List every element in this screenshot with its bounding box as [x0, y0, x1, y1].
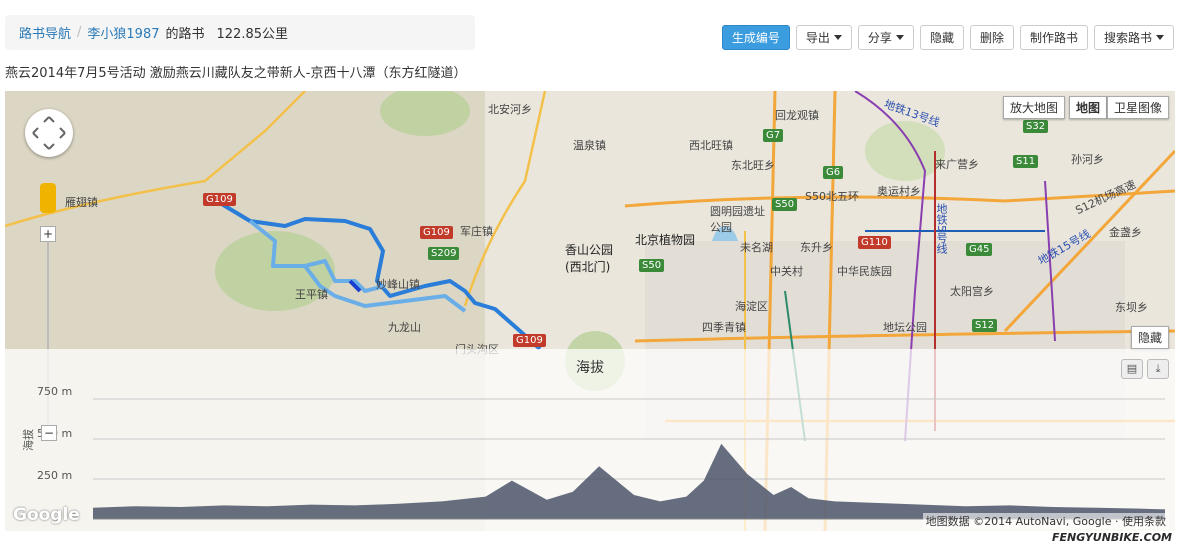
- place-label: 东北旺乡: [731, 159, 775, 172]
- breadcrumb-user-link[interactable]: 李小狼1987: [87, 23, 159, 42]
- road-shield: G109: [203, 193, 236, 206]
- road-shield: G45: [966, 243, 993, 256]
- road-shield: S209: [428, 247, 460, 260]
- route-distance: 122.85公里: [216, 27, 289, 42]
- place-label: 未名湖: [740, 241, 773, 254]
- share-dropdown-button[interactable]: 分享: [857, 25, 914, 50]
- place-label: 来广营乡: [935, 158, 979, 171]
- place-label: 香山公园(西北门): [565, 243, 614, 274]
- place-label: 地坛公园: [883, 321, 927, 334]
- search-roadbook-label: 搜索路书: [1103, 31, 1152, 45]
- share-label: 分享: [867, 31, 892, 45]
- place-label: 四季青镇: [702, 321, 746, 334]
- place-label: 北京植物园: [635, 233, 696, 247]
- place-label: 温泉镇: [573, 139, 606, 152]
- place-label: 雁翅镇: [65, 196, 98, 209]
- road-shield: G109: [513, 334, 546, 347]
- delete-button[interactable]: 删除: [969, 25, 1014, 50]
- place-label: 中华民族园: [837, 265, 892, 278]
- elevation-chart: [93, 398, 1165, 520]
- breadcrumb-separator: /: [77, 25, 82, 40]
- map-view-button[interactable]: 地图: [1068, 96, 1107, 119]
- zoom-in-button[interactable]: +: [40, 226, 56, 242]
- enlarge-map-button[interactable]: 放大地图: [1002, 96, 1065, 119]
- watermark: FENGYUNBIKE.COM: [1052, 531, 1172, 544]
- road-shield: G109: [420, 226, 453, 239]
- road-shield: G7: [763, 129, 784, 142]
- search-roadbook-dropdown-button[interactable]: 搜索路书: [1093, 25, 1174, 50]
- place-label: 太阳宫乡: [950, 285, 994, 298]
- place-label: 孙河乡: [1071, 153, 1104, 166]
- breadcrumb-root-link[interactable]: 路书导航: [19, 23, 71, 42]
- road-shield: S12: [972, 319, 998, 332]
- zoom-control: +: [40, 226, 56, 432]
- place-label: 北安河乡: [488, 103, 532, 116]
- toolbar: 生成编号 导出 分享 隐藏 删除 制作路书 搜索路书: [721, 25, 1174, 50]
- map-canvas[interactable]: 北安河乡 温泉镇 回龙观镇 西北旺镇 东北旺乡 圆明园遗址公园 香山公园(西北门…: [5, 91, 1175, 531]
- map-type-controls: 放大地图 地图 卫星图像: [1002, 96, 1169, 119]
- breadcrumb-suffix: 的路书: [165, 27, 205, 42]
- place-label: 九龙山: [388, 321, 421, 334]
- place-label: 军庄镇: [460, 225, 493, 238]
- road-shield: G6: [823, 166, 844, 179]
- road-shield: S50: [772, 198, 798, 211]
- hide-elevation-button[interactable]: 隐藏: [1130, 326, 1169, 349]
- hide-button[interactable]: 隐藏: [919, 25, 964, 50]
- place-label: 奥运村乡: [877, 185, 921, 198]
- road-shield: S32: [1023, 120, 1049, 133]
- road-label: S50北五环: [805, 190, 859, 203]
- make-roadbook-button[interactable]: 制作路书: [1019, 25, 1088, 50]
- place-label: 金盏乡: [1109, 226, 1142, 239]
- place-label: 中关村: [770, 265, 803, 278]
- route-description: 燕云2014年7月5号活动 激励燕云川藏队友之带新人-京西十八潭（东方红隧道）: [5, 66, 467, 81]
- elevation-area-series: [93, 443, 1165, 519]
- place-label: 东升乡: [800, 241, 833, 254]
- generate-number-button[interactable]: 生成编号: [721, 25, 790, 50]
- google-logo: Google: [13, 505, 80, 525]
- export-dropdown-button[interactable]: 导出: [795, 25, 852, 50]
- road-shield: S11: [1013, 155, 1039, 168]
- map-attribution[interactable]: 地图数据 ©2014 AutoNavi, Google · 使用条款: [922, 513, 1169, 529]
- breadcrumb: 路书导航 / 李小狼1987 的路书 122.85公里: [5, 15, 475, 50]
- elevation-panel: 海拔 ▤ ⤓ 海拔 750 m 500 m 250 m −: [5, 349, 1175, 531]
- chevron-down-icon: [833, 35, 842, 40]
- chevron-down-icon: [895, 35, 904, 40]
- pan-arrows-icon: [32, 116, 66, 150]
- street-view-pegman-icon[interactable]: [40, 183, 56, 213]
- satellite-view-button[interactable]: 卫星图像: [1106, 96, 1169, 119]
- chevron-down-icon: [1156, 35, 1164, 40]
- place-label: 回龙观镇: [775, 109, 819, 122]
- road-shield: S50: [639, 259, 665, 272]
- place-label: 妙峰山镇: [376, 278, 420, 291]
- pan-control[interactable]: [25, 109, 73, 157]
- export-label: 导出: [805, 31, 830, 45]
- place-label: 西北旺镇: [689, 139, 733, 152]
- place-label: 圆明园遗址公园: [710, 205, 765, 234]
- subway-label: 地铁5号线: [935, 203, 948, 254]
- place-label: 海淀区: [735, 300, 768, 313]
- place-label: 王平镇: [295, 288, 328, 301]
- road-shield: G110: [858, 236, 891, 249]
- place-label: 东坝乡: [1115, 301, 1148, 314]
